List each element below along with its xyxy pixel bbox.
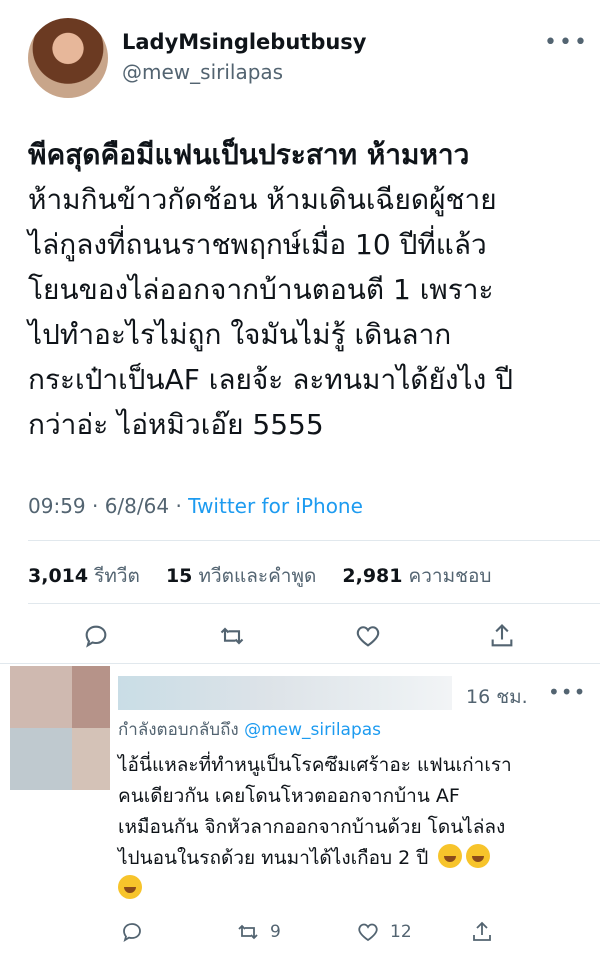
reply-timestamp: 16 ชม. bbox=[466, 686, 528, 708]
tweet-meta: 09:59 · 6/8/64 · Twitter for iPhone bbox=[28, 494, 363, 518]
tweet-text-line: ไปทำอะไรไม่ถูก ใจมันไม่รู้ เดินลาก bbox=[28, 318, 452, 351]
tweet-actions bbox=[0, 618, 600, 658]
reply-tweet[interactable]: 16 ชม. ••• กำลังตอบกลับถึง @mew_sirilapa… bbox=[0, 666, 600, 960]
divider bbox=[0, 663, 600, 664]
retweet-icon bbox=[238, 924, 258, 940]
like-icon[interactable] bbox=[350, 618, 386, 654]
tweet-stats: 3,014 รีทวีต 15 ทวีตและคำพูด 2,981 ความช… bbox=[28, 561, 511, 591]
reply-text-line: ไปนอนในรถด้วย ทนมาได้ไงเกือบ 2 ปี bbox=[118, 843, 588, 874]
reply-text-line: ไอ้นี่แหละที่ทำหนูเป็นโรคซึมเศร้าอะ แฟนเ… bbox=[118, 754, 512, 776]
tweet-text: พีคสุดคือมีแฟนเป็นประสาท ห้ามหาว ห้ามกิน… bbox=[28, 132, 588, 447]
retweets-stat[interactable]: 3,014 รีทวีต bbox=[28, 565, 150, 587]
tweet-text-line: พีคสุดคือมีแฟนเป็นประสาท ห้ามหาว bbox=[28, 138, 470, 171]
like-button[interactable]: 12 bbox=[356, 920, 412, 944]
blurred-username bbox=[118, 676, 452, 710]
reply-text-line bbox=[118, 874, 588, 905]
retweet-icon[interactable] bbox=[214, 618, 250, 654]
laughing-emoji-icon bbox=[466, 844, 491, 868]
more-dots-icon[interactable]: ••• bbox=[548, 680, 586, 704]
reply-text-line: คนเดียวกัน เคยโดนโหวตออกจากบ้าน AF bbox=[118, 785, 460, 807]
tweet-text-line: ห้ามกินข้าวกัดช้อน ห้ามเดินเฉียดผู้ชาย bbox=[28, 183, 497, 216]
tweet-timestamp[interactable]: 09:59 · 6/8/64 · bbox=[28, 494, 188, 518]
divider bbox=[28, 540, 600, 541]
retweet-button[interactable]: 9 bbox=[236, 920, 281, 944]
tweet-text-line: โยนของไล่ออกจากบ้านตอนตี 1 เพราะ bbox=[28, 273, 494, 306]
divider bbox=[28, 603, 600, 604]
likes-stat[interactable]: 2,981 ความชอบ bbox=[342, 565, 501, 587]
retweet-count: 9 bbox=[270, 922, 281, 942]
tweet-text-line: ไล่กูลงที่ถนนราชพฤกษ์เมื่อ 10 ปีที่แล้ว bbox=[28, 228, 487, 261]
avatar[interactable] bbox=[28, 18, 108, 98]
reply-actions: 9 12 bbox=[0, 920, 600, 950]
display-name[interactable]: LadyMsinglebutbusy bbox=[122, 30, 366, 54]
avatar[interactable] bbox=[10, 666, 110, 790]
main-tweet: LadyMsinglebutbusy @mew_sirilapas ••• พี… bbox=[0, 0, 600, 664]
like-icon bbox=[358, 923, 378, 942]
share-icon[interactable] bbox=[470, 920, 504, 944]
tweet-source-link[interactable]: Twitter for iPhone bbox=[188, 494, 363, 518]
share-icon[interactable] bbox=[484, 618, 520, 654]
quotes-stat[interactable]: 15 ทวีตและคำพูด bbox=[166, 565, 326, 587]
tweet-text-line: กระเป๋าเป็นAF เลยจ้ะ ละทนมาได้ยังไง ปี bbox=[28, 363, 513, 396]
reply-text: ไอ้นี่แหละที่ทำหนูเป็นโรคซึมเศร้าอะ แฟนเ… bbox=[118, 750, 588, 905]
replying-to: กำลังตอบกลับถึง @mew_sirilapas bbox=[118, 716, 381, 743]
tweet-text-line: กว่าอ่ะ ไอ่หมิวเอ๊ย 5555 bbox=[28, 408, 324, 441]
reply-text-line: เหมือนกัน จิกหัวลากออกจากบ้านด้วย โดนไล่… bbox=[118, 816, 506, 838]
reply-icon[interactable] bbox=[78, 618, 114, 654]
laughing-emoji-icon bbox=[118, 875, 142, 899]
user-handle[interactable]: @mew_sirilapas bbox=[122, 60, 283, 84]
like-count: 12 bbox=[390, 922, 412, 942]
replying-to-mention[interactable]: @mew_sirilapas bbox=[244, 720, 381, 740]
reply-icon[interactable] bbox=[120, 920, 154, 944]
laughing-emoji-icon bbox=[438, 844, 463, 868]
replying-to-label: กำลังตอบกลับถึง bbox=[118, 720, 239, 740]
more-dots-icon[interactable]: ••• bbox=[544, 30, 589, 55]
